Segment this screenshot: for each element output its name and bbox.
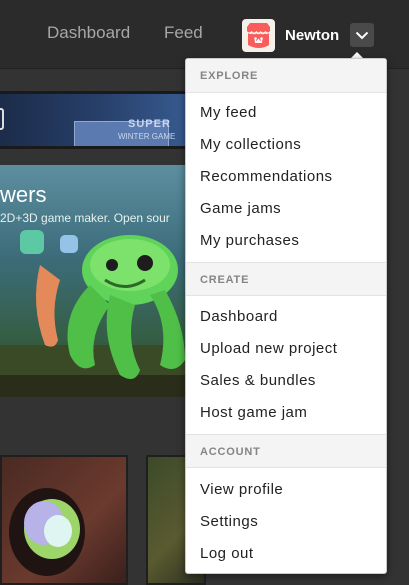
menu-item-my-purchases[interactable]: My purchases: [200, 232, 299, 249]
featured-game-art: [0, 230, 200, 397]
menu-item-settings[interactable]: Settings: [200, 513, 258, 530]
nav-dashboard-link[interactable]: Dashboard: [47, 23, 130, 43]
avatar[interactable]: [242, 18, 275, 52]
banner-frame-icon: [0, 108, 4, 130]
menu-item-log-out[interactable]: Log out: [200, 545, 254, 562]
section-header-account: ACCOUNT: [186, 434, 386, 468]
itchio-logo-icon: [247, 22, 270, 48]
chevron-down-icon: [355, 31, 369, 39]
user-menu-button[interactable]: [350, 23, 375, 47]
featured-game-card[interactable]: wers 2D+3D game maker. Open sour: [0, 165, 200, 397]
menu-item-recommendations[interactable]: Recommendations: [200, 168, 333, 185]
menu-item-view-profile[interactable]: View profile: [200, 481, 283, 498]
menu-item-my-collections[interactable]: My collections: [200, 136, 301, 153]
section-header-create: CREATE: [186, 262, 386, 296]
game-thumbnail-art: [9, 488, 85, 576]
menu-item-game-jams[interactable]: Game jams: [200, 200, 281, 217]
user-dropdown-menu: EXPLORE My feed My collections Recommend…: [185, 58, 387, 574]
user-menu-toggle[interactable]: Newton: [242, 18, 375, 52]
menu-item-upload-new-project[interactable]: Upload new project: [200, 340, 337, 357]
banner-title: SUPER: [128, 118, 171, 130]
menu-item-my-feed[interactable]: My feed: [200, 104, 257, 121]
featured-game-title: wers: [0, 182, 47, 207]
username[interactable]: Newton: [285, 27, 339, 44]
menu-item-host-game-jam[interactable]: Host game jam: [200, 404, 307, 421]
menu-item-dashboard[interactable]: Dashboard: [200, 308, 278, 325]
nav-feed-link[interactable]: Feed: [164, 23, 203, 43]
banner-subtitle: WINTER GAME: [118, 132, 176, 141]
game-thumbnail[interactable]: [0, 455, 128, 585]
featured-game-subtitle: 2D+3D game maker. Open sour: [0, 211, 170, 225]
section-header-explore: EXPLORE: [186, 59, 386, 93]
featured-banner[interactable]: SUPER WINTER GAME: [0, 91, 200, 149]
menu-item-sales-bundles[interactable]: Sales & bundles: [200, 372, 316, 389]
